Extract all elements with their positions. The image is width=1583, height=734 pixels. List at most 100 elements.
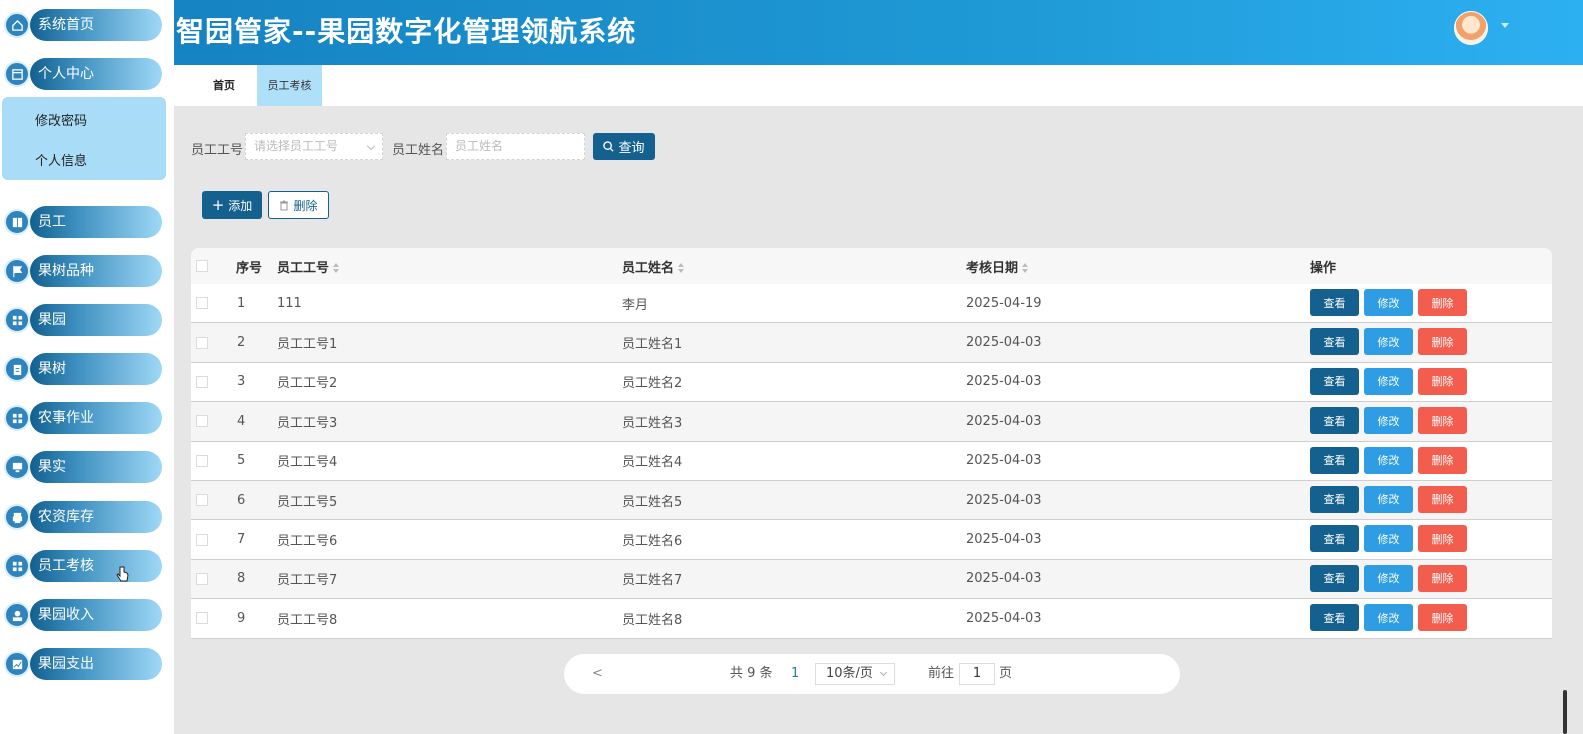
employee-name-input[interactable]: 员工姓名 xyxy=(446,133,585,160)
edit-button[interactable]: 修改 xyxy=(1364,564,1413,592)
sidebar-item-orchard-income[interactable]: 果园收入 xyxy=(4,599,162,631)
cell-index: 2 xyxy=(237,335,246,351)
row-checkbox[interactable] xyxy=(196,494,208,507)
sidebar-item-fruit-tree[interactable]: 果树 xyxy=(4,353,162,385)
table-row: 4 员工工号3 员工姓名3 2025-04-03 查看 修改 删除 xyxy=(191,402,1552,442)
edit-button[interactable]: 修改 xyxy=(1364,525,1413,553)
edit-button[interactable]: 修改 xyxy=(1364,446,1413,474)
cell-employee-name: 员工姓名5 xyxy=(622,494,683,510)
row-checkbox[interactable] xyxy=(196,572,208,585)
personal-center-submenu: 修改密码 个人信息 xyxy=(2,97,166,180)
view-button[interactable]: 查看 xyxy=(1310,407,1359,435)
view-button[interactable]: 查看 xyxy=(1310,367,1359,395)
row-checkbox[interactable] xyxy=(196,375,208,388)
page-size-select[interactable]: 10条/页 xyxy=(815,663,895,685)
clipboard-icon xyxy=(4,356,30,382)
sidebar-item-label: 系统首页 xyxy=(38,17,94,33)
tab-bar: 首页 员工考核 xyxy=(174,65,1583,106)
pagination: < 共 9 条 1 10条/页 前往 1 页 xyxy=(564,654,1180,694)
sidebar-item-supplies-inventory[interactable]: 农资库存 xyxy=(4,501,162,533)
delete-button[interactable]: 删除 xyxy=(1418,367,1467,395)
submenu-item-personal-info[interactable]: 个人信息 xyxy=(35,150,87,169)
edit-button[interactable]: 修改 xyxy=(1364,407,1413,435)
chevron-down-icon xyxy=(366,141,376,151)
view-button[interactable]: 查看 xyxy=(1310,289,1359,316)
current-page[interactable]: 1 xyxy=(791,654,799,694)
row-checkbox[interactable] xyxy=(196,415,208,428)
table-row: 7 员工工号6 员工姓名6 2025-04-03 查看 修改 删除 xyxy=(191,520,1552,560)
tab-home[interactable]: 首页 xyxy=(204,65,244,106)
prev-page-button[interactable]: < xyxy=(592,654,603,694)
employee-id-select[interactable]: 请选择员工工号 xyxy=(245,133,383,160)
page-size-value: 10条/页 xyxy=(826,666,873,681)
search-icon xyxy=(603,141,615,152)
delete-button[interactable]: 删除 xyxy=(1418,446,1467,474)
sidebar-item-employee[interactable]: 员工 xyxy=(4,206,162,238)
sidebar-item-orchard-expense[interactable]: 果园支出 xyxy=(4,648,162,680)
delete-button[interactable]: 删除 xyxy=(1418,525,1467,553)
cell-employee-name: 员工姓名6 xyxy=(622,534,683,550)
goto-page-input[interactable]: 1 xyxy=(959,663,995,685)
header-employee-id[interactable]: 员工工号 xyxy=(277,257,340,276)
sidebar-item-fruit[interactable]: 果实 xyxy=(4,451,162,483)
view-button[interactable]: 查看 xyxy=(1310,328,1359,356)
employee-id-label: 员工工号 xyxy=(191,143,244,158)
delete-button[interactable]: 删除 xyxy=(1418,564,1467,592)
header-assessment-date[interactable]: 考核日期 xyxy=(966,257,1029,276)
delete-button[interactable]: 删除 xyxy=(1418,485,1467,513)
table-row: 5 员工工号4 员工姓名4 2025-04-03 查看 修改 删除 xyxy=(191,442,1552,481)
edit-button[interactable]: 修改 xyxy=(1364,328,1413,356)
table-row: 2 员工工号1 员工姓名1 2025-04-03 查看 修改 删除 xyxy=(191,323,1552,363)
add-button[interactable]: + 添加 xyxy=(202,191,262,219)
select-all-checkbox[interactable] xyxy=(196,260,208,272)
row-checkbox[interactable] xyxy=(196,454,208,467)
delete-button[interactable]: 删除 xyxy=(1418,604,1467,632)
view-button[interactable]: 查看 xyxy=(1310,525,1359,553)
cell-assessment-date: 2025-04-03 xyxy=(966,492,1042,508)
cell-employee-name: 员工姓名8 xyxy=(622,612,683,628)
batch-delete-button[interactable]: 删除 xyxy=(268,191,329,219)
cell-index: 1 xyxy=(237,295,246,311)
tab-employee-assessment[interactable]: 员工考核 xyxy=(257,65,322,106)
delete-button[interactable]: 删除 xyxy=(1418,407,1467,435)
row-checkbox[interactable] xyxy=(196,336,208,349)
edit-button[interactable]: 修改 xyxy=(1364,289,1413,316)
view-button[interactable]: 查看 xyxy=(1310,564,1359,592)
header-employee-name[interactable]: 员工姓名 xyxy=(622,257,685,276)
sidebar-item-fruit-tree-variety[interactable]: 果树品种 xyxy=(4,255,162,287)
sidebar-item-personal-center[interactable]: 个人中心 xyxy=(4,58,162,90)
user-avatar[interactable] xyxy=(1454,11,1488,45)
sort-icon[interactable] xyxy=(1022,263,1029,273)
sidebar-item-farm-work[interactable]: 农事作业 xyxy=(4,402,162,434)
grid-icon xyxy=(4,405,30,431)
cell-assessment-date: 2025-04-03 xyxy=(966,532,1042,548)
chevron-down-icon[interactable] xyxy=(1501,23,1509,28)
cell-index: 6 xyxy=(237,492,246,508)
table-row: 3 员工工号2 员工姓名2 2025-04-03 查看 修改 删除 xyxy=(191,363,1552,403)
chart-icon xyxy=(4,651,30,677)
row-checkbox[interactable] xyxy=(196,612,208,625)
main-content: 员工工号 请选择员工工号 员工姓名 员工姓名 查询 + 添加 删除 序号 员工工… xyxy=(174,106,1583,734)
view-button[interactable]: 查看 xyxy=(1310,485,1359,513)
submenu-item-change-password[interactable]: 修改密码 xyxy=(35,110,87,129)
cell-employee-id: 员工工号1 xyxy=(277,337,338,353)
row-checkbox[interactable] xyxy=(196,297,208,310)
sidebar-item-label: 员工考核 xyxy=(38,558,94,574)
edit-button[interactable]: 修改 xyxy=(1364,485,1413,513)
row-checkbox[interactable] xyxy=(196,533,208,546)
query-button[interactable]: 查询 xyxy=(593,133,655,160)
table-header-row: 序号 员工工号 员工姓名 考核日期 操作 xyxy=(191,248,1552,284)
edit-button[interactable]: 修改 xyxy=(1364,604,1413,632)
cell-employee-name: 员工姓名2 xyxy=(622,376,683,392)
sidebar-item-orchard[interactable]: 果园 xyxy=(4,304,162,336)
page-scrollbar[interactable] xyxy=(1563,690,1567,734)
edit-button[interactable]: 修改 xyxy=(1364,367,1413,395)
sort-icon[interactable] xyxy=(333,263,340,273)
sidebar-item-home[interactable]: 系统首页 xyxy=(4,9,162,41)
delete-button[interactable]: 删除 xyxy=(1418,289,1467,316)
sidebar-item-employee-assessment[interactable]: 员工考核 xyxy=(4,550,162,582)
view-button[interactable]: 查看 xyxy=(1310,604,1359,632)
delete-button[interactable]: 删除 xyxy=(1418,328,1467,356)
view-button[interactable]: 查看 xyxy=(1310,446,1359,474)
sort-icon[interactable] xyxy=(678,263,685,273)
